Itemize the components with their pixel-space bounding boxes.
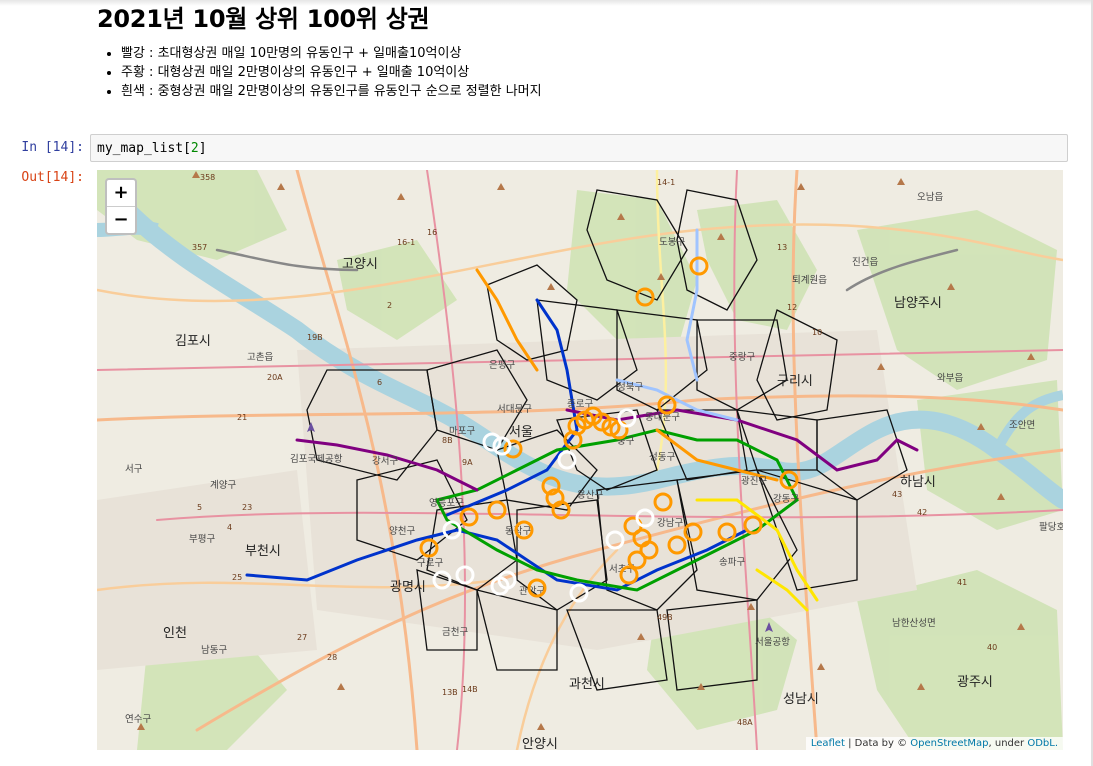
town-label: 계양구 — [210, 479, 236, 491]
marker-orange — [683, 522, 703, 542]
airport-label: 김포국제공항 — [290, 453, 343, 465]
bullet-red: 빨강 : 초대형상권 매일 10만명의 유동인구 + 일매출10억이상 — [121, 44, 1067, 63]
marker-orange — [717, 522, 737, 542]
bullet-orange: 주황 : 대형상권 매일 2만명이상의 유동인구 + 일매출 10억이상 — [121, 63, 1067, 82]
town-label: 남동구 — [201, 645, 227, 656]
district-label: 동대문구 — [645, 412, 680, 423]
district-label: 도봉구 — [659, 237, 685, 248]
city-label: 하남시 — [900, 475, 936, 490]
city-label: 남양주시 — [894, 296, 942, 311]
marker-orange — [653, 492, 673, 512]
code-bracket-close: ] — [198, 141, 207, 156]
marker-orange — [689, 256, 709, 276]
zoom-in-button[interactable]: + — [107, 180, 135, 207]
town-label: 조안면 — [1009, 420, 1035, 431]
district-label: 중랑구 — [729, 351, 755, 363]
map-labels: 고양시 김포시 부천시 인천 구리시 남양주시 하남시 성남시 광주시 광명시 … — [125, 192, 1063, 750]
city-label: 고양시 — [342, 257, 378, 272]
marker-orange — [503, 439, 523, 459]
attribution-under: , under — [988, 738, 1028, 749]
airport-label: 서울공항 — [755, 637, 790, 648]
marker-white — [569, 583, 589, 603]
marker-orange — [459, 507, 479, 527]
city-label: 광주시 — [957, 675, 993, 690]
town-label: 팔당호 — [1039, 521, 1063, 533]
district-label: 마포구 — [449, 426, 475, 437]
town-label: 부평구 — [189, 534, 215, 545]
district-label: 은평구 — [489, 360, 515, 371]
code-identifier: my_map_list — [97, 141, 184, 156]
district-label: 서대문구 — [497, 404, 532, 415]
markdown-cell: 2021년 10월 상위 100위 상권 빨강 : 초대형상권 매일 10만명의… — [97, 4, 1067, 101]
city-label: 서울 — [509, 425, 533, 440]
city-label: 과천시 — [569, 677, 605, 692]
markdown-bullet-list: 빨강 : 초대형상권 매일 10만명의 유동인구 + 일매출10억이상 주황 :… — [97, 44, 1067, 101]
output-prompt: Out[14]: — [21, 170, 84, 185]
town-label: 고촌읍 — [247, 352, 273, 363]
district-label: 구로구 — [417, 558, 443, 569]
marker-orange — [743, 515, 763, 535]
marker-orange — [667, 535, 687, 555]
marker-white — [492, 436, 512, 456]
bullet-white: 흰색 : 중형상권 매일 2만명이상의 유동인구를 유동인구 순으로 정렬한 나… — [121, 82, 1067, 101]
district-label: 성동구 — [649, 452, 675, 463]
district-label: 강서구 — [372, 456, 398, 467]
town-label: 퇴계원읍 — [792, 274, 827, 286]
city-label: 광명시 — [390, 580, 426, 595]
osm-link[interactable]: OpenStreetMap — [910, 738, 988, 749]
town-label: 서구 — [125, 464, 143, 475]
marker-white — [432, 570, 452, 590]
district-label: 강남구 — [657, 518, 683, 529]
input-prompt: In [14]: — [21, 140, 84, 155]
city-label: 성남시 — [783, 692, 819, 707]
district-label: 송파구 — [719, 557, 745, 568]
zoom-out-button[interactable]: − — [107, 207, 135, 233]
marker-white — [557, 450, 577, 470]
town-label: 연수구 — [125, 714, 151, 725]
code-index: 2 — [190, 141, 199, 156]
markdown-title: 2021년 10월 상위 100위 상권 — [97, 5, 430, 33]
marker-white — [482, 432, 502, 452]
marker-orange — [657, 395, 677, 415]
leaflet-link[interactable]: Leaflet — [811, 738, 845, 749]
attribution-text: | Data by © — [844, 738, 911, 749]
marker-orange — [635, 287, 655, 307]
city-label: 안양시 — [522, 737, 558, 750]
district-label: 양천구 — [389, 526, 415, 537]
marker-orange — [487, 500, 507, 520]
code-bracket-open: [ — [183, 141, 191, 156]
marker-white — [442, 520, 462, 540]
marker-white — [605, 530, 625, 550]
marker-white — [455, 565, 475, 585]
town-label: 진건읍 — [852, 257, 878, 268]
district-label: 영등포구 — [429, 498, 464, 509]
zoom-control: + − — [105, 178, 137, 235]
code-input[interactable]: my_map_list[2] — [90, 134, 1068, 162]
district-label: 금천구 — [442, 627, 468, 638]
city-label: 구리시 — [777, 374, 813, 389]
marker-orange — [419, 538, 439, 558]
odbl-link[interactable]: ODbL. — [1027, 738, 1058, 749]
map-attribution: Leaflet | Data by © OpenStreetMap, under… — [805, 737, 1063, 750]
district-label: 강동구 — [773, 494, 799, 505]
city-label: 인천 — [163, 626, 187, 641]
marker-white — [635, 508, 655, 528]
district-label: 광진구 — [741, 475, 767, 487]
district-label: 용산구 — [577, 490, 603, 501]
marker-white — [617, 408, 637, 428]
town-label: 오남읍 — [917, 192, 943, 203]
town-label: 남한산성면 — [892, 618, 936, 629]
district-label: 성북구 — [617, 382, 643, 393]
town-label: 와부읍 — [937, 372, 963, 384]
leaflet-map[interactable]: + − 14-1 16-1 16 358 357 19B 20A 9A 8B 2… — [97, 170, 1063, 750]
marker-orange — [779, 470, 799, 490]
marker-orange — [627, 550, 647, 570]
city-label: 부천시 — [245, 544, 281, 559]
city-label: 김포시 — [175, 334, 211, 349]
